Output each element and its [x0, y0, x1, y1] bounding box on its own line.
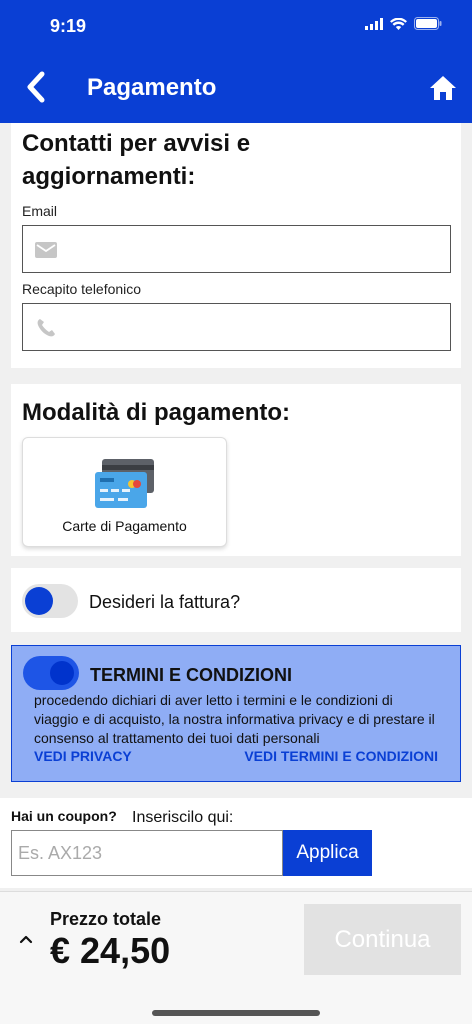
- invoice-toggle[interactable]: [22, 584, 78, 618]
- credit-cards-icon: [95, 459, 154, 508]
- payment-method-card[interactable]: Carte di Pagamento: [22, 437, 227, 547]
- status-time: 9:19: [50, 16, 87, 36]
- home-icon[interactable]: [428, 74, 458, 102]
- contacts-section: Contatti per avvisi e aggiornamenti: Ema…: [11, 123, 461, 368]
- coupon-hint: Inseriscilo qui:: [132, 809, 234, 826]
- contacts-title: Contatti per avvisi e aggiornamenti:: [22, 127, 250, 193]
- mail-icon: [35, 242, 57, 258]
- continue-button[interactable]: Continua: [304, 904, 461, 975]
- privacy-link[interactable]: VEDI PRIVACY: [34, 748, 132, 764]
- terms-title: TERMINI E CONDIZIONI: [90, 665, 292, 685]
- terms-text: procedendo dichiari di aver letto i term…: [34, 692, 435, 746]
- total-price: € 24,50: [50, 930, 171, 971]
- battery-icon: [414, 17, 442, 30]
- invoice-label: Desideri la fattura?: [89, 592, 241, 612]
- phone-label: Recapito telefonico: [22, 281, 142, 297]
- price-footer: Prezzo totale € 24,50 Continua: [0, 891, 472, 1024]
- page-title: Pagamento: [87, 74, 217, 101]
- terms-toggle-knob: [48, 659, 76, 687]
- apply-coupon-button[interactable]: Applica: [283, 830, 372, 876]
- coupon-input[interactable]: [11, 830, 283, 876]
- back-chevron-icon[interactable]: [22, 70, 52, 104]
- coupon-section: Hai un coupon? Inseriscilo qui: Applica: [0, 798, 472, 888]
- coupon-question: Hai un coupon?: [11, 808, 117, 824]
- terms-section: TERMINI E CONDIZIONI procedendo dichiari…: [11, 645, 461, 782]
- home-indicator: [152, 1010, 320, 1016]
- phone-icon: [37, 319, 55, 337]
- payment-method-label: Carte di Pagamento: [62, 518, 187, 534]
- contacts-title-line2: aggiornamenti:: [22, 163, 196, 190]
- email-field[interactable]: [22, 225, 451, 273]
- phone-field[interactable]: [22, 303, 451, 351]
- signal-icon: [365, 17, 383, 30]
- total-price-label: Prezzo totale: [50, 909, 162, 929]
- terms-toggle[interactable]: [23, 656, 79, 690]
- email-label: Email: [22, 203, 58, 219]
- contacts-title-line1: Contatti per avvisi e: [22, 130, 251, 157]
- wifi-icon: [390, 17, 407, 30]
- status-icons: [365, 17, 442, 30]
- chevron-up-icon[interactable]: [18, 933, 34, 945]
- app-header: 9:19 Pagamento: [0, 0, 472, 123]
- payment-section: Modalità di pagamento: Carte di Pagament…: [11, 384, 461, 556]
- invoice-toggle-knob: [25, 587, 53, 615]
- conditions-link[interactable]: VEDI TERMINI E CONDIZIONI: [244, 748, 438, 764]
- payment-title: Modalità di pagamento:: [22, 399, 291, 426]
- invoice-section: Desideri la fattura?: [11, 568, 461, 632]
